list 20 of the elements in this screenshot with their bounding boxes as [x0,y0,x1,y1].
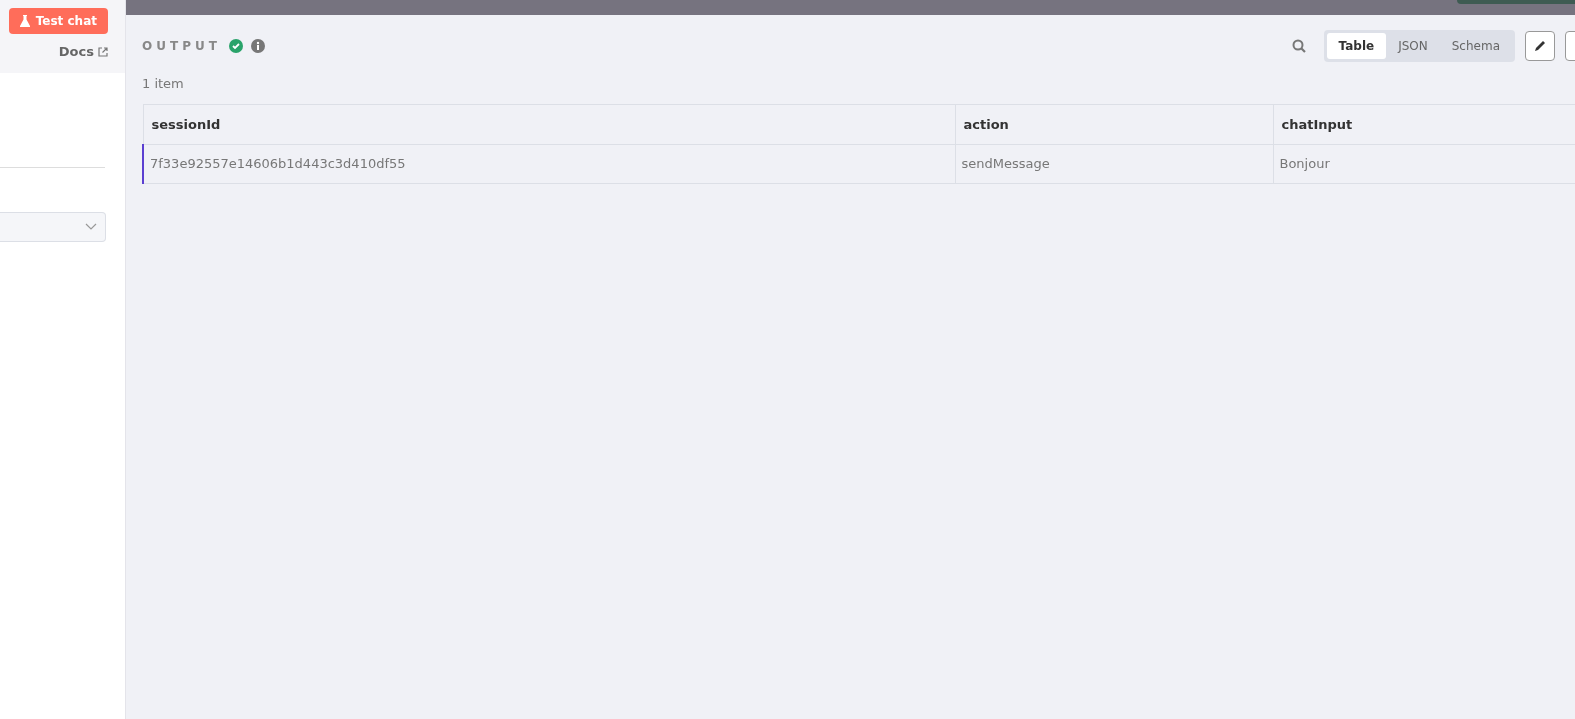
view-tab[interactable]: JSON [1386,33,1440,59]
table-cell: 7f33e92557e14606b1d443c3d410df55 [143,144,955,183]
search-icon[interactable] [1291,39,1306,53]
column-header: chatInput [1273,104,1575,145]
pencil-icon [1533,39,1547,53]
view-tab[interactable]: Table [1326,33,1387,59]
external-link-icon [98,46,108,57]
flask-icon [19,15,30,27]
select-field[interactable] [0,212,106,242]
view-tab[interactable]: Schema [1439,33,1512,59]
item-count: 1 item [142,75,185,93]
chevron-down-icon [85,223,97,231]
table-cell: sendMessage [955,144,1273,183]
column-header: action [955,104,1273,145]
docs-link[interactable]: Docs [58,42,108,62]
test-chat-button[interactable]: Test chat [8,8,108,34]
output-title: OUTPUT [142,38,221,55]
edit-button[interactable] [1525,31,1555,61]
column-header: sessionId [143,104,955,145]
info-icon [250,39,265,53]
